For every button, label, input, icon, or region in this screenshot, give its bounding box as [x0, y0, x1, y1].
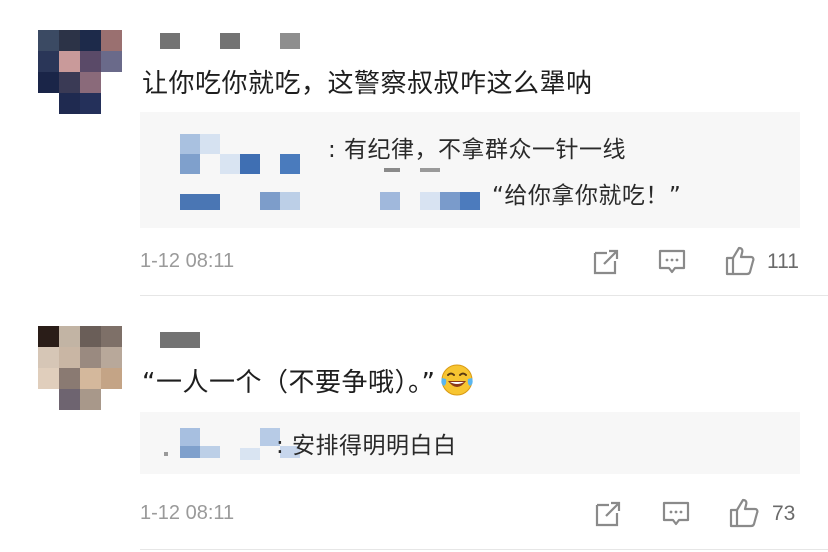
avatar[interactable]: [38, 30, 122, 114]
share-icon[interactable]: [592, 497, 624, 529]
comment-text: 让你吃你就吃，这警察叔叔咋这么犟呐: [142, 69, 593, 99]
reply-box[interactable]: : 有纪律，不拿群众一针一线 “给你拿你就吃！”: [140, 112, 800, 228]
reply-box[interactable]: : 安排得明明白白: [140, 412, 800, 474]
comment-icon[interactable]: [660, 497, 692, 529]
laughing-tears-emoji: [441, 364, 474, 396]
like-count: 111: [767, 250, 799, 273]
reply-text-1: : 安排得明明白白: [276, 433, 457, 459]
timestamp: 1-12 08:11: [140, 250, 235, 272]
timestamp: 1-12 08:11: [140, 502, 235, 524]
avatar[interactable]: [38, 326, 122, 410]
comment-icon[interactable]: [656, 245, 688, 277]
share-icon[interactable]: [590, 245, 622, 277]
comment-item: “一人一个（不要争哦）。” : 安排得明明白白 1-12 08:11 73: [0, 296, 828, 552]
like-icon[interactable]: [728, 497, 760, 529]
divider: [140, 549, 828, 550]
comment-item: 让你吃你就吃，这警察叔叔咋这么犟呐 : 有纪律，不拿群众一针一线 “给你拿你就吃…: [0, 0, 828, 296]
comment-text: “一人一个（不要争哦）。”: [142, 362, 475, 399]
reply-text-2: “给你拿你就吃！”: [492, 183, 682, 209]
like-count: 73: [772, 502, 796, 525]
comment-text-content: “一人一个（不要争哦）。”: [142, 368, 436, 398]
reply-username-mosaic-2: [180, 168, 500, 214]
reply-text-1: : 有纪律，不拿群众一针一线: [328, 137, 627, 163]
like-icon[interactable]: [724, 245, 756, 277]
